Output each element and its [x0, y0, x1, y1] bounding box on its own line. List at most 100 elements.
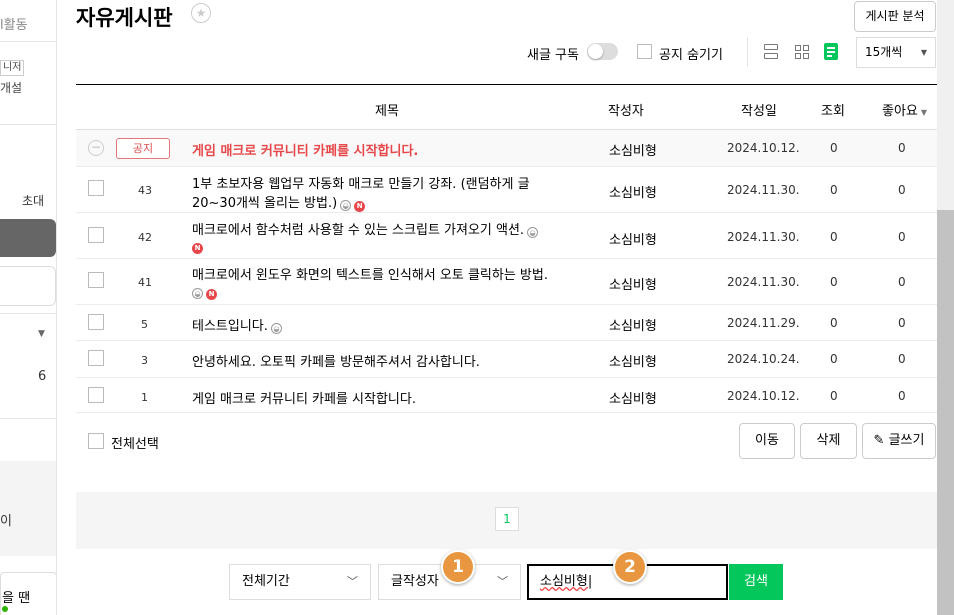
move-button[interactable]: 이동: [739, 423, 795, 459]
search-input-value: 소심비형: [540, 574, 588, 589]
post-title-link[interactable]: 1부 초보자용 웹업무 자동화 매크로 만들기 강좌. (랜덤하게 글: [192, 173, 530, 192]
select-all-label[interactable]: 전체선택: [111, 433, 159, 452]
post-author[interactable]: 소심비형: [609, 229, 657, 248]
step-marker-2: 2: [613, 550, 647, 584]
post-title-row[interactable]: 테스트입니다. ◒: [192, 315, 282, 334]
toolbar-divider: [747, 37, 748, 67]
sidebar-divider: [0, 124, 56, 125]
sidebar-manager-fragment[interactable]: 니저: [0, 60, 25, 76]
hide-notice-checkbox[interactable]: [637, 44, 652, 59]
row-divider: [76, 340, 937, 341]
post-title-link[interactable]: 테스트입니다.: [192, 319, 268, 334]
post-title-link[interactable]: 게임 매크로 커뮤니티 카페를 시작합니다.: [192, 388, 416, 407]
row-checkbox[interactable]: [88, 314, 104, 330]
list-view-icon[interactable]: [763, 43, 779, 60]
write-button[interactable]: ✎ 글쓰기: [862, 423, 936, 459]
notice-badge: 공지: [116, 138, 170, 159]
row-divider: [76, 212, 937, 213]
column-author: 작성자: [608, 104, 644, 119]
scrollbar-thumb[interactable]: [937, 210, 954, 615]
board-view-icon[interactable]: [824, 43, 838, 60]
post-likes: 0: [898, 183, 906, 197]
search-button[interactable]: 검색: [729, 564, 783, 600]
select-all-checkbox[interactable]: [88, 433, 104, 449]
post-author[interactable]: 소심비형: [609, 388, 657, 407]
column-date: 작성일: [741, 104, 777, 119]
chevron-down-icon: ﹀: [347, 575, 358, 588]
period-select[interactable]: 전체기간 ﹀: [229, 564, 371, 600]
collapse-icon[interactable]: −: [88, 140, 104, 156]
image-attached-icon: ◒: [527, 227, 539, 238]
delete-button[interactable]: 삭제: [800, 423, 857, 459]
sidebar-invite-link[interactable]: 초대: [22, 192, 44, 209]
page-1-link[interactable]: 1: [495, 507, 519, 531]
post-views: 0: [830, 352, 838, 366]
sort-caret-icon: ▼: [920, 108, 928, 117]
post-likes: 0: [898, 389, 906, 403]
post-title-row[interactable]: 매크로에서 함수처럼 사용할 수 있는 스크립트 가져오기 액션. ◒: [192, 219, 539, 238]
subscribe-toggle[interactable]: [587, 43, 618, 60]
page-title: 자유게시판: [76, 6, 173, 30]
period-value: 전체기간: [242, 574, 290, 589]
notice-likes: 0: [898, 141, 906, 155]
row-checkbox[interactable]: [88, 227, 104, 243]
step-marker-1: 1: [441, 550, 475, 584]
table-top-border: [76, 84, 937, 85]
column-likes-label: 좋아요: [882, 104, 918, 119]
sidebar-divider: [0, 313, 56, 314]
notice-views: 0: [830, 141, 838, 155]
row-divider: [76, 304, 937, 305]
post-views: 0: [830, 183, 838, 197]
sidebar-when-fragment: 을 땐: [2, 591, 31, 606]
post-title-link[interactable]: 매크로에서 윈도우 화면의 텍스트를 인식해서 오토 클릭하는 방법.: [192, 264, 548, 283]
row-number: 42: [138, 231, 152, 244]
post-likes: 0: [898, 275, 906, 289]
board-analysis-button[interactable]: 게시판 분석: [854, 1, 936, 32]
sidebar-fragment-text: 이: [0, 514, 12, 529]
post-author[interactable]: 소심비형: [609, 315, 657, 334]
row-checkbox[interactable]: [88, 272, 104, 288]
row-divider: [76, 258, 937, 259]
row-number: 43: [138, 184, 152, 197]
pencil-icon: ✎: [873, 433, 885, 448]
post-title-link[interactable]: 안녕하세요. 오토픽 카페를 방문해주셔서 감사합니다.: [192, 351, 480, 370]
image-attached-icon: ◒: [340, 200, 352, 211]
column-likes[interactable]: 좋아요 ▼: [882, 100, 927, 119]
row-number: 5: [141, 318, 148, 331]
post-title-line2[interactable]: 20~30개씩 올리는 방법.) ◒ N: [192, 192, 366, 212]
row-checkbox[interactable]: [88, 387, 104, 403]
post-badges: N: [192, 238, 203, 254]
search-type-value: 글작성자: [391, 574, 439, 589]
post-likes: 0: [898, 230, 906, 244]
post-date: 2024.11.30.: [727, 230, 800, 244]
sidebar-activity-fragment[interactable]: l활동: [0, 14, 28, 33]
sidebar-input-box[interactable]: [0, 266, 56, 306]
hide-notice-label[interactable]: 공지 숨기기: [659, 44, 723, 63]
card-view-icon[interactable]: [794, 43, 810, 60]
post-title-link[interactable]: 매크로에서 함수처럼 사용할 수 있는 스크립트 가져오기 액션.: [192, 223, 524, 238]
post-author[interactable]: 소심비형: [609, 274, 657, 293]
row-checkbox[interactable]: [88, 180, 104, 196]
post-date: 2024.11.30.: [727, 275, 800, 289]
post-date: 2024.11.29.: [727, 316, 800, 330]
post-date: 2024.10.12.: [727, 389, 800, 403]
row-checkbox[interactable]: [88, 350, 104, 366]
row-divider: [76, 377, 937, 378]
per-page-select[interactable]: 15개씩 ▼: [856, 37, 936, 68]
post-title-link[interactable]: 20~30개씩 올리는 방법.): [192, 196, 337, 211]
new-badge-icon: N: [206, 289, 217, 300]
sidebar-open-fragment[interactable]: 개설: [0, 79, 22, 96]
notice-author[interactable]: 소심비형: [609, 140, 657, 159]
star-icon[interactable]: ★: [191, 3, 211, 23]
sidebar-caret-icon[interactable]: ▼: [38, 329, 45, 339]
post-author[interactable]: 소심비형: [609, 351, 657, 370]
post-views: 0: [830, 275, 838, 289]
sidebar-dark-button[interactable]: [0, 219, 56, 257]
new-badge-icon: N: [354, 201, 366, 212]
new-badge-icon: N: [192, 243, 203, 254]
image-attached-icon: ◒: [192, 288, 203, 299]
per-page-value: 15개씩: [865, 45, 903, 59]
sidebar-count: 6: [38, 369, 47, 384]
post-author[interactable]: 소심비형: [609, 182, 657, 201]
notice-title-link[interactable]: 게임 매크로 커뮤니티 카페를 시작합니다.: [192, 140, 418, 159]
